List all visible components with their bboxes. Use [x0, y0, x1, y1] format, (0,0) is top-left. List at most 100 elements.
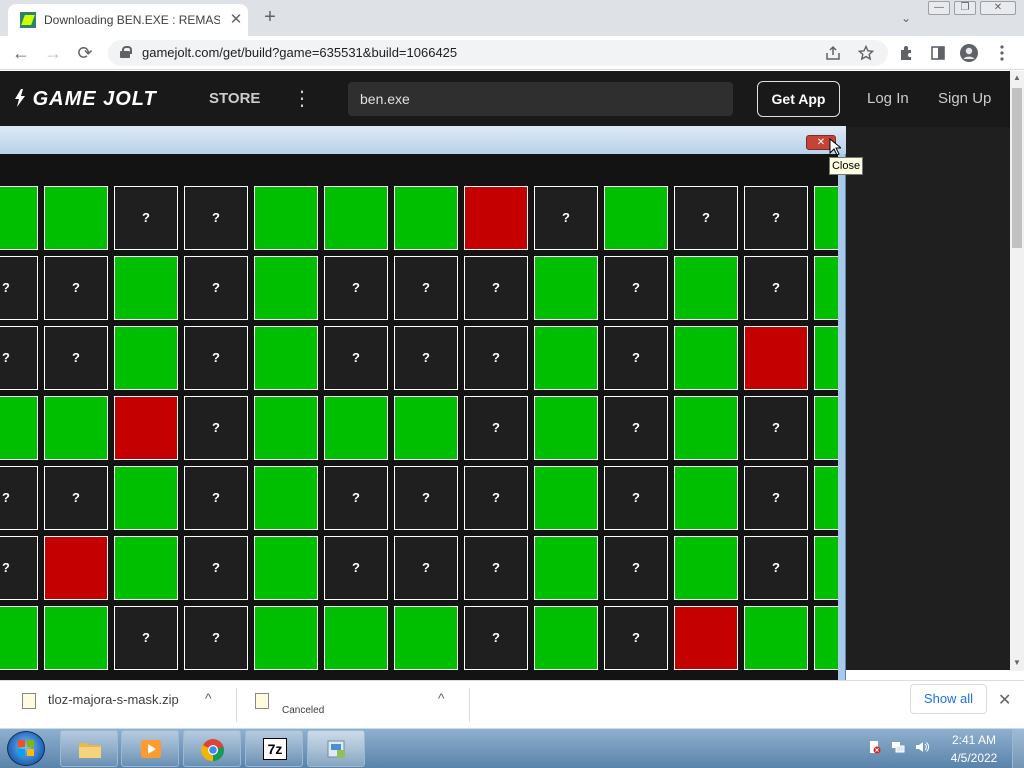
- game-window-titlebar[interactable]: [0, 126, 846, 154]
- green-tile[interactable]: [814, 256, 838, 320]
- green-tile[interactable]: [534, 466, 598, 530]
- url-text[interactable]: gamejolt.com/get/build?game=635531&build…: [142, 45, 457, 60]
- clock-date[interactable]: 4/5/2022: [946, 751, 1002, 765]
- window-close-button[interactable]: ✕: [980, 1, 1016, 15]
- green-tile[interactable]: [674, 326, 738, 390]
- green-tile[interactable]: [814, 466, 838, 530]
- close-downloads-icon[interactable]: ✕: [998, 690, 1011, 710]
- green-tile[interactable]: [814, 606, 838, 670]
- green-tile[interactable]: [114, 256, 178, 320]
- hidden-tile[interactable]: ?: [184, 606, 248, 670]
- share-icon[interactable]: [822, 42, 844, 64]
- green-tile[interactable]: [744, 606, 808, 670]
- green-tile[interactable]: [814, 186, 838, 250]
- lock-icon[interactable]: [120, 46, 132, 58]
- green-tile[interactable]: [604, 186, 668, 250]
- hidden-tile[interactable]: ?: [0, 326, 38, 390]
- hidden-tile[interactable]: ?: [744, 466, 808, 530]
- hidden-tile[interactable]: ?: [184, 466, 248, 530]
- hidden-tile[interactable]: ?: [44, 326, 108, 390]
- hidden-tile[interactable]: ?: [534, 186, 598, 250]
- hidden-tile[interactable]: ?: [744, 396, 808, 460]
- taskbar-explorer[interactable]: [60, 730, 118, 767]
- taskbar-chrome[interactable]: [183, 730, 241, 767]
- tab-close-icon[interactable]: ✕: [226, 10, 246, 30]
- action-center-icon[interactable]: [866, 740, 882, 756]
- volume-icon[interactable]: [914, 740, 930, 756]
- hidden-tile[interactable]: ?: [184, 396, 248, 460]
- hidden-tile[interactable]: ?: [464, 326, 528, 390]
- green-tile[interactable]: [254, 326, 318, 390]
- hidden-tile[interactable]: ?: [744, 256, 808, 320]
- star-icon[interactable]: [855, 42, 877, 64]
- sidepanel-icon[interactable]: [927, 42, 949, 64]
- hidden-tile[interactable]: ?: [604, 466, 668, 530]
- hidden-tile[interactable]: ?: [604, 536, 668, 600]
- green-tile[interactable]: [674, 536, 738, 600]
- green-tile[interactable]: [534, 536, 598, 600]
- green-tile[interactable]: [254, 396, 318, 460]
- hidden-tile[interactable]: ?: [44, 256, 108, 320]
- taskbar-game[interactable]: [307, 730, 365, 767]
- hidden-tile[interactable]: ?: [604, 256, 668, 320]
- extensions-icon[interactable]: [895, 42, 917, 64]
- hidden-tile[interactable]: ?: [184, 186, 248, 250]
- hidden-tile[interactable]: ?: [464, 536, 528, 600]
- green-tile[interactable]: [44, 186, 108, 250]
- hidden-tile[interactable]: ?: [394, 466, 458, 530]
- download-options-chevron-icon[interactable]: ^: [438, 690, 445, 706]
- green-tile[interactable]: [674, 256, 738, 320]
- green-tile[interactable]: [534, 256, 598, 320]
- hidden-tile[interactable]: ?: [114, 186, 178, 250]
- gamejolt-logo[interactable]: GAME JOLT: [14, 88, 157, 111]
- hidden-tile[interactable]: ?: [604, 396, 668, 460]
- taskbar-media-player[interactable]: [121, 730, 179, 767]
- new-tab-button[interactable]: +: [258, 6, 282, 30]
- green-tile[interactable]: [534, 396, 598, 460]
- hidden-tile[interactable]: ?: [674, 186, 738, 250]
- green-tile[interactable]: [254, 606, 318, 670]
- green-tile[interactable]: [254, 186, 318, 250]
- green-tile[interactable]: [0, 396, 38, 460]
- show-all-button[interactable]: Show all: [910, 684, 987, 714]
- scroll-up-arrow-icon[interactable]: ▲: [1010, 71, 1024, 85]
- hidden-tile[interactable]: ?: [0, 466, 38, 530]
- hidden-tile[interactable]: ?: [0, 256, 38, 320]
- menu-icon[interactable]: [991, 42, 1013, 64]
- forward-button[interactable]: →: [42, 42, 64, 64]
- reload-button[interactable]: ⟳: [74, 42, 96, 64]
- green-tile[interactable]: [0, 186, 38, 250]
- clock-time[interactable]: 2:41 AM: [946, 733, 1002, 747]
- red-tile[interactable]: [744, 326, 808, 390]
- red-tile[interactable]: [674, 606, 738, 670]
- green-tile[interactable]: [254, 466, 318, 530]
- green-tile[interactable]: [324, 606, 388, 670]
- green-tile[interactable]: [114, 466, 178, 530]
- back-button[interactable]: ←: [10, 42, 32, 64]
- hidden-tile[interactable]: ?: [114, 606, 178, 670]
- browser-tab[interactable]: Downloading BEN.EXE : REMAST ✕: [8, 4, 248, 36]
- green-tile[interactable]: [674, 466, 738, 530]
- maximize-button[interactable]: ❐: [954, 1, 976, 15]
- taskbar-7zip[interactable]: 7z: [245, 730, 303, 767]
- green-tile[interactable]: [814, 396, 838, 460]
- hidden-tile[interactable]: ?: [744, 536, 808, 600]
- hidden-tile[interactable]: ?: [394, 326, 458, 390]
- show-desktop-button[interactable]: [1012, 729, 1024, 768]
- more-options-icon[interactable]: ⋮: [292, 86, 312, 111]
- red-tile[interactable]: [114, 396, 178, 460]
- hidden-tile[interactable]: ?: [324, 326, 388, 390]
- green-tile[interactable]: [534, 606, 598, 670]
- green-tile[interactable]: [394, 606, 458, 670]
- store-link[interactable]: STORE: [209, 90, 260, 107]
- hidden-tile[interactable]: ?: [44, 466, 108, 530]
- green-tile[interactable]: [44, 396, 108, 460]
- green-tile[interactable]: [114, 326, 178, 390]
- green-tile[interactable]: [534, 326, 598, 390]
- green-tile[interactable]: [114, 536, 178, 600]
- network-icon[interactable]: [890, 740, 906, 756]
- hidden-tile[interactable]: ?: [464, 606, 528, 670]
- green-tile[interactable]: [814, 536, 838, 600]
- red-tile[interactable]: [44, 536, 108, 600]
- download-options-chevron-icon[interactable]: ^: [205, 690, 212, 706]
